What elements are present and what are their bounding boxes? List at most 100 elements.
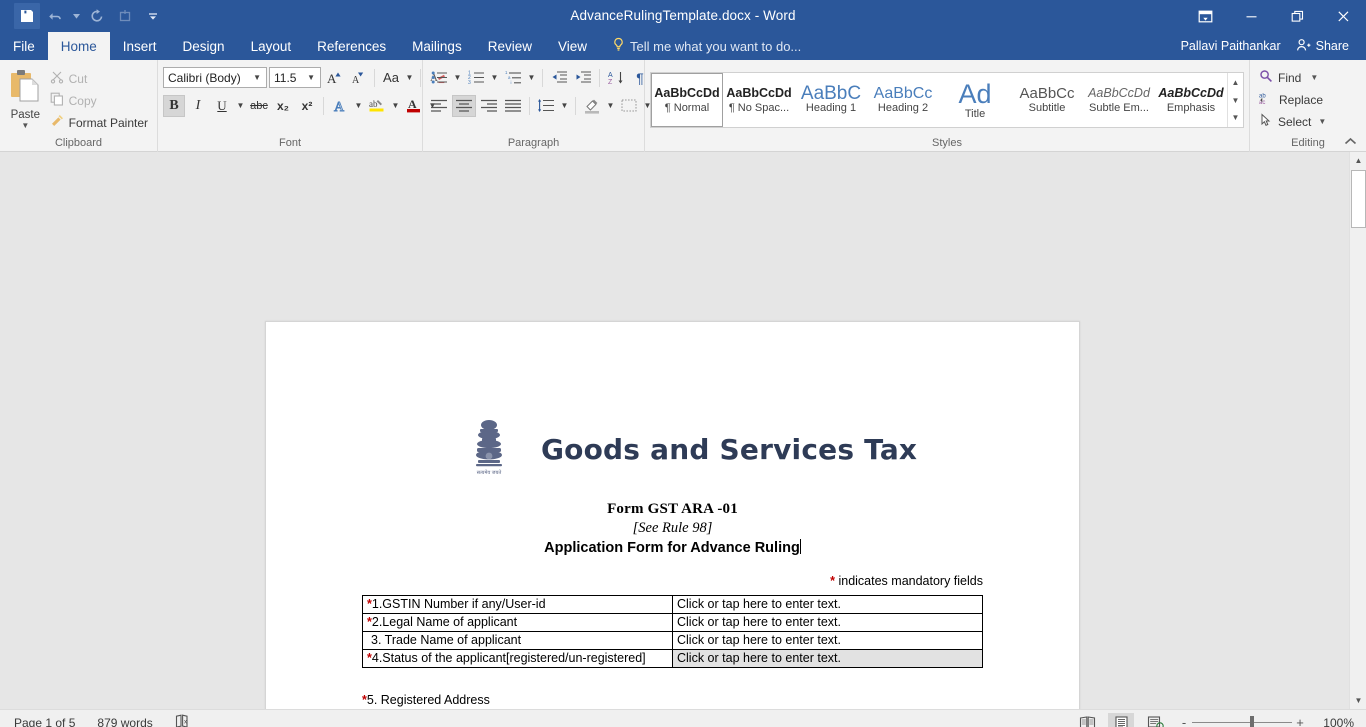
tell-me-box[interactable]: Tell me what you want to do... (600, 32, 801, 60)
ribbon-display-options-icon[interactable] (1182, 0, 1228, 32)
zoom-slider[interactable]: - + (1176, 715, 1308, 727)
find-dropdown-icon[interactable]: ▼ (1310, 73, 1318, 82)
bullets-dropdown-icon[interactable]: ▼ (452, 67, 463, 89)
view-read-mode-icon[interactable] (1074, 713, 1100, 727)
superscript-button[interactable]: x² (296, 95, 318, 117)
document-page[interactable]: GST (265, 321, 1080, 709)
word-count[interactable]: 879 words (97, 716, 152, 727)
line-spacing-dropdown-icon[interactable]: ▼ (559, 95, 570, 117)
view-print-layout-icon[interactable] (1108, 712, 1134, 727)
redo-icon[interactable] (84, 3, 110, 29)
select-button[interactable]: Select ▼ (1255, 111, 1330, 132)
multilevel-dropdown-icon[interactable]: ▼ (526, 67, 537, 89)
table-row[interactable]: *2.Legal Name of applicant Click or tap … (362, 613, 983, 632)
user-name[interactable]: Pallavi Paithankar (1181, 39, 1281, 53)
customize-qat-icon[interactable] (140, 3, 166, 29)
text-effects-button[interactable]: A (329, 95, 351, 117)
style-heading-1[interactable]: AaBbC Heading 1 (795, 73, 867, 127)
font-name-dropdown-icon[interactable]: ▼ (250, 73, 264, 82)
change-case-dropdown-icon[interactable]: ▼ (404, 67, 415, 89)
tab-home[interactable]: Home (47, 32, 110, 60)
table-row[interactable]: *4.Status of the applicant[registered/un… (362, 649, 983, 668)
document-canvas[interactable]: GST (0, 152, 1366, 709)
tab-mailings[interactable]: Mailings (399, 32, 475, 60)
zoom-out-button[interactable]: - (1176, 715, 1192, 727)
undo-icon[interactable] (42, 3, 68, 29)
tab-references[interactable]: References (304, 32, 399, 60)
zoom-thumb[interactable] (1250, 716, 1254, 727)
row-field[interactable]: Click or tap here to enter text. (672, 613, 983, 632)
align-left-button[interactable] (428, 95, 450, 117)
tab-layout[interactable]: Layout (238, 32, 305, 60)
tab-insert[interactable]: Insert (110, 32, 170, 60)
styles-scroll-down-icon[interactable]: ▼ (1228, 92, 1243, 109)
row-field-selected[interactable]: Click or tap here to enter text. (672, 649, 983, 668)
tab-review[interactable]: Review (475, 32, 545, 60)
row-field[interactable]: Click or tap here to enter text. (672, 631, 983, 650)
style-emphasis[interactable]: AaBbCcDd Emphasis (1155, 73, 1227, 127)
highlight-button[interactable]: ab (366, 95, 388, 117)
tab-file[interactable]: File (0, 32, 48, 60)
collapse-ribbon-icon[interactable] (1340, 132, 1360, 150)
subscript-button[interactable]: x₂ (272, 95, 294, 117)
change-case-button[interactable]: Aa (380, 67, 402, 89)
tab-design[interactable]: Design (170, 32, 238, 60)
tab-view[interactable]: View (545, 32, 600, 60)
save-icon[interactable] (14, 3, 40, 29)
table-row[interactable]: *1.GSTIN Number if any/User-id Click or … (362, 595, 983, 614)
paste-button[interactable]: Paste ▼ (5, 65, 46, 130)
shading-button[interactable] (581, 95, 603, 117)
grow-font-button[interactable]: A (323, 67, 345, 89)
line-spacing-button[interactable] (535, 95, 557, 117)
style-title[interactable]: Ad Title (939, 73, 1011, 127)
restore-icon[interactable] (1274, 0, 1320, 32)
font-size-dropdown-icon[interactable]: ▼ (304, 73, 318, 82)
scrollbar-track[interactable] (1350, 169, 1366, 692)
style-normal[interactable]: AaBbCcDd ¶ Normal (651, 73, 723, 127)
touch-mode-icon[interactable] (112, 3, 138, 29)
italic-button[interactable]: I (187, 95, 209, 117)
numbering-dropdown-icon[interactable]: ▼ (489, 67, 500, 89)
zoom-track[interactable] (1192, 716, 1292, 727)
vertical-scrollbar[interactable]: ▲ ▼ (1349, 152, 1366, 709)
proofing-status-icon[interactable]: x (175, 714, 191, 727)
increase-indent-button[interactable] (572, 67, 594, 89)
styles-scroll-up-icon[interactable]: ▲ (1228, 74, 1243, 91)
font-size-combo[interactable]: 11.5 ▼ (269, 67, 321, 88)
align-center-button[interactable] (452, 94, 476, 117)
scroll-up-icon[interactable]: ▲ (1350, 152, 1366, 169)
share-button[interactable]: Share (1286, 33, 1358, 59)
text-effects-dropdown-icon[interactable]: ▼ (353, 95, 364, 117)
style-no-spacing[interactable]: AaBbCcDd ¶ No Spac... (723, 73, 795, 127)
scroll-down-icon[interactable]: ▼ (1350, 692, 1366, 709)
replace-button[interactable]: ab ac Replace (1255, 89, 1330, 110)
minimize-icon[interactable] (1228, 0, 1274, 32)
scrollbar-thumb[interactable] (1351, 170, 1366, 228)
format-painter-button[interactable]: Format Painter (46, 112, 152, 133)
decrease-indent-button[interactable] (548, 67, 570, 89)
view-web-layout-icon[interactable] (1142, 713, 1168, 727)
numbering-button[interactable]: 123 (465, 67, 487, 89)
zoom-level[interactable]: 100% (1316, 716, 1354, 727)
font-color-button[interactable]: A (403, 95, 425, 117)
shrink-font-button[interactable]: A (347, 67, 369, 89)
bullets-button[interactable] (428, 67, 450, 89)
close-icon[interactable] (1320, 0, 1366, 32)
styles-more-icon[interactable]: ▼ (1228, 109, 1243, 126)
style-subtitle[interactable]: AaBbCc Subtitle (1011, 73, 1083, 127)
font-name-combo[interactable]: Calibri (Body) ▼ (163, 67, 267, 88)
find-button[interactable]: Find ▼ (1255, 67, 1330, 88)
undo-dropdown-icon[interactable] (70, 3, 82, 29)
zoom-in-button[interactable]: + (1292, 715, 1308, 727)
underline-dropdown-icon[interactable]: ▼ (235, 95, 246, 117)
style-heading-2[interactable]: AaBbCc Heading 2 (867, 73, 939, 127)
highlight-dropdown-icon[interactable]: ▼ (390, 95, 401, 117)
strikethrough-button[interactable]: abc (248, 95, 270, 117)
table-row[interactable]: 3. Trade Name of applicant Click or tap … (362, 631, 983, 650)
page-indicator[interactable]: Page 1 of 5 (14, 716, 75, 727)
justify-button[interactable] (502, 95, 524, 117)
align-right-button[interactable] (478, 95, 500, 117)
sort-button[interactable]: AZ (605, 67, 627, 89)
select-dropdown-icon[interactable]: ▼ (1318, 117, 1326, 126)
underline-button[interactable]: U (211, 95, 233, 117)
